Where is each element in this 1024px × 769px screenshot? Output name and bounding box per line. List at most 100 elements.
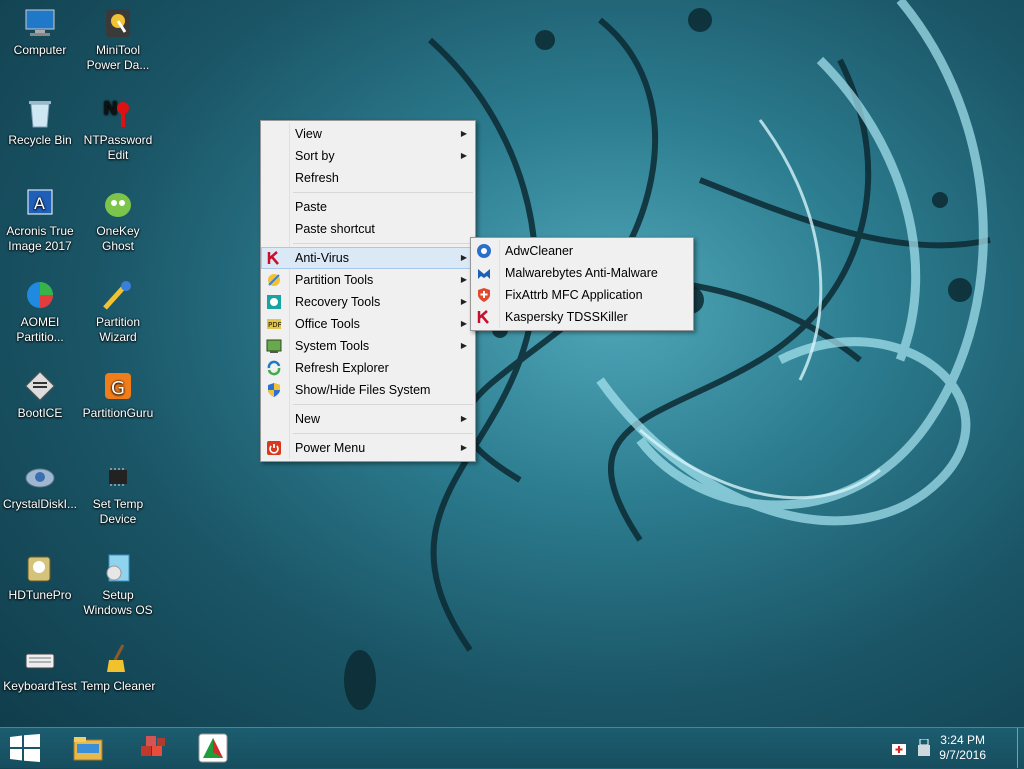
- menu-item-anti-virus[interactable]: Anti-Virus ▶: [261, 247, 475, 269]
- desktop-icon[interactable]: Recycle Bin: [0, 96, 80, 148]
- acronis-icon: A: [23, 187, 57, 221]
- anti-virus-submenu: AdwCleaner Malwarebytes Anti-Malware FixAt…: [470, 237, 694, 331]
- desktop-icon[interactable]: BootICE: [0, 369, 80, 421]
- desktop-icon[interactable]: AOMEI Partitio...: [0, 278, 80, 345]
- desktop-icon-label: Set Temp Device: [92, 497, 144, 526]
- menu-item-paste-shortcut[interactable]: Paste shortcut: [261, 218, 475, 240]
- menu-item-system-tools[interactable]: System Tools ▶: [261, 335, 475, 357]
- menu-item-label: System Tools: [295, 339, 370, 353]
- show-desktop-button[interactable]: [1017, 728, 1024, 768]
- submenu-item-label: FixAttrb MFC Application: [505, 288, 643, 302]
- setup-windows-icon: [101, 551, 135, 585]
- menu-item-label: Refresh Explorer: [295, 361, 389, 375]
- menu-item-office-tools[interactable]: PDF Office Tools ▶: [261, 313, 475, 335]
- minitool-icon: [101, 6, 135, 40]
- onekey-ghost-icon: [101, 187, 135, 221]
- malwarebytes-icon: [476, 265, 492, 281]
- menu-item-show-hide-files-system[interactable]: Show/Hide Files System: [261, 379, 475, 401]
- submenu-arrow-icon: ▶: [460, 275, 467, 284]
- submenu-item-adwcleaner[interactable]: AdwCleaner: [471, 240, 693, 262]
- ntpassword-icon: N: [101, 96, 135, 130]
- submenu-arrow-icon: ▶: [460, 151, 467, 160]
- submenu-arrow-icon: ▶: [460, 253, 467, 262]
- desktop-icon[interactable]: OneKey Ghost: [78, 187, 158, 254]
- recycle-bin-icon: [23, 96, 57, 130]
- usb-icon[interactable]: [917, 738, 931, 757]
- file-explorer-icon[interactable]: [72, 732, 104, 764]
- svg-text:G: G: [111, 378, 125, 399]
- menu-item-label: Office Tools: [295, 317, 360, 331]
- submenu-item-kaspersky-tdsskiller[interactable]: Kaspersky TDSSKiller: [471, 306, 693, 328]
- svg-text:N: N: [103, 98, 118, 119]
- menu-separator: [293, 243, 473, 244]
- menu-item-power-menu[interactable]: Power Menu ▶: [261, 437, 475, 459]
- desktop-icon[interactable]: Computer: [0, 6, 80, 58]
- menu-item-new[interactable]: New ▶: [261, 408, 475, 430]
- submenu-arrow-icon: ▶: [460, 297, 467, 306]
- refresh-explorer-icon: [266, 360, 282, 376]
- fixattrb-icon: [476, 287, 492, 303]
- menu-item-view[interactable]: View ▶: [261, 123, 475, 145]
- desktop-icon[interactable]: Partition Wizard: [78, 278, 158, 345]
- partition-wizard-icon: [101, 278, 135, 312]
- menu-separator: [293, 192, 473, 193]
- aomei-icon: [23, 278, 57, 312]
- desktop-icon[interactable]: KeyboardTest: [0, 642, 80, 694]
- submenu-item-malwarebytes-anti-malware[interactable]: Malwarebytes Anti-Malware: [471, 262, 693, 284]
- desktop-icon-label: MiniTool Power Da...: [86, 43, 150, 72]
- desktop-icon[interactable]: Setup Windows OS: [78, 551, 158, 618]
- menu-item-label: Partition Tools: [295, 273, 374, 287]
- menu-item-paste[interactable]: Paste: [261, 196, 475, 218]
- desktop-icon-label: OneKey Ghost: [96, 224, 140, 253]
- menu-item-label: Recovery Tools: [295, 295, 381, 309]
- desktop-icon-label: Setup Windows OS: [83, 588, 153, 617]
- desktop-icon[interactable]: CrystalDiskI...: [0, 460, 80, 512]
- desktop-icon[interactable]: Set Temp Device: [78, 460, 158, 527]
- submenu-item-fixattrb-mfc-application[interactable]: FixAttrb MFC Application: [471, 284, 693, 306]
- menu-separator: [293, 433, 473, 434]
- menu-item-recovery-tools[interactable]: Recovery Tools ▶: [261, 291, 475, 313]
- menu-item-partition-tools[interactable]: Partition Tools ▶: [261, 269, 475, 291]
- system-tools-icon: [266, 338, 282, 354]
- desktop-icon-label: Partition Wizard: [95, 315, 141, 344]
- menu-item-label: New: [295, 412, 321, 426]
- desktop-icon-label: HDTunePro: [8, 588, 72, 602]
- hdtune-icon: [23, 551, 57, 585]
- system-clock[interactable]: 3:24 PM 9/7/2016: [939, 733, 986, 763]
- desktop-icon-label: Acronis True Image 2017: [6, 224, 74, 253]
- menu-item-sort-by[interactable]: Sort by ▶: [261, 145, 475, 167]
- menu-item-refresh[interactable]: Refresh: [261, 167, 475, 189]
- desktop-icon[interactable]: N NTPassword Edit: [78, 96, 158, 163]
- desktop-icon[interactable]: MiniTool Power Da...: [78, 6, 158, 73]
- shield-icon: [266, 382, 282, 398]
- menu-item-label: Power Menu: [295, 441, 366, 455]
- cubes-icon[interactable]: [137, 732, 169, 764]
- clock-date: 9/7/2016: [939, 748, 986, 762]
- desktop-icon[interactable]: Temp Cleaner: [78, 642, 158, 694]
- adwcleaner-icon: [476, 243, 492, 259]
- submenu-arrow-icon: ▶: [460, 443, 467, 452]
- desktop-icon[interactable]: G PartitionGuru: [78, 369, 158, 421]
- menu-item-label: View: [295, 127, 322, 141]
- paint-app-icon[interactable]: [197, 732, 229, 764]
- desktop-icon-label: AOMEI Partitio...: [16, 315, 64, 344]
- desktop-icon-label: KeyboardTest: [3, 679, 77, 693]
- broom-icon: [101, 642, 135, 676]
- menu-item-label: Refresh: [295, 171, 339, 185]
- submenu-item-label: Malwarebytes Anti-Malware: [505, 266, 658, 280]
- desktop-context-menu: View ▶ Sort by ▶ Refresh Paste Paste shortcut A…: [260, 120, 476, 462]
- submenu-arrow-icon: ▶: [460, 319, 467, 328]
- desktop-icon[interactable]: A Acronis True Image 2017: [0, 187, 80, 254]
- windows-start-icon[interactable]: [10, 734, 42, 766]
- desktop-icon-label: NTPassword Edit: [83, 133, 153, 162]
- menu-item-label: Show/Hide Files System: [295, 383, 431, 397]
- desktop-icon[interactable]: HDTunePro: [0, 551, 80, 603]
- submenu-item-label: AdwCleaner: [505, 244, 574, 258]
- submenu-arrow-icon: ▶: [460, 414, 467, 423]
- desktop-icon-label: Temp Cleaner: [80, 679, 156, 693]
- first-aid-icon[interactable]: [891, 740, 907, 756]
- menu-item-refresh-explorer[interactable]: Refresh Explorer: [261, 357, 475, 379]
- kaspersky-icon: [476, 309, 492, 325]
- kaspersky-icon: [266, 250, 282, 266]
- partition-tools-icon: [266, 272, 282, 288]
